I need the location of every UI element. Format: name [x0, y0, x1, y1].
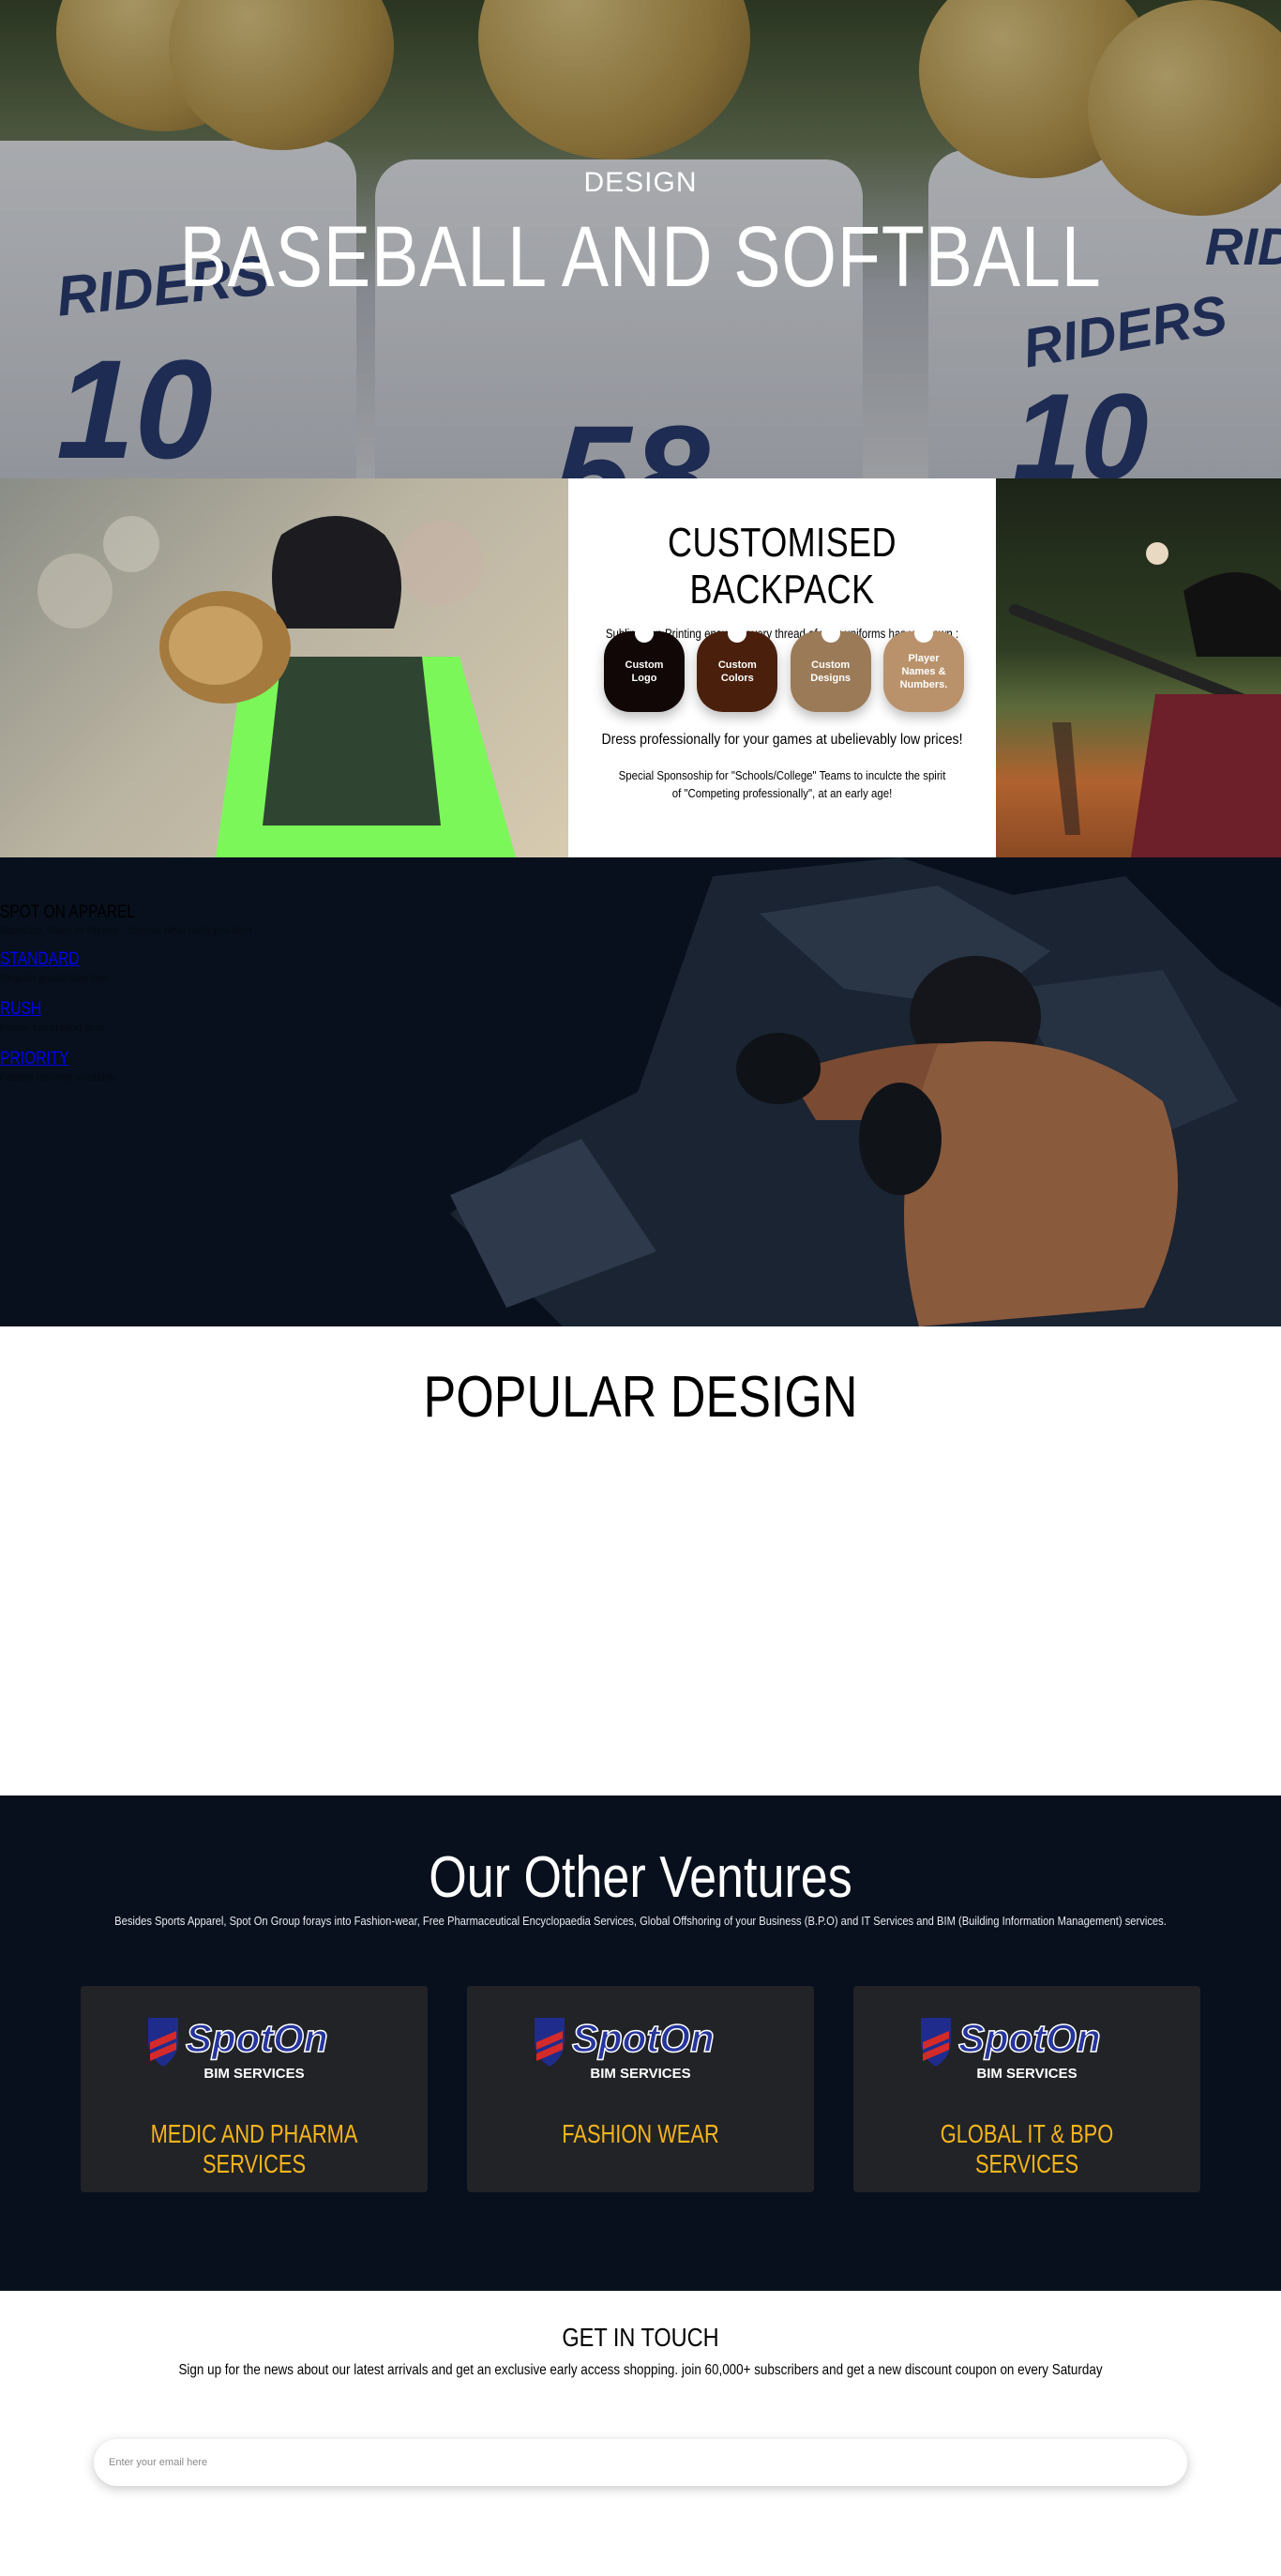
logo-text: SpotOn	[572, 2016, 715, 2060]
ventures-subtitle: Besides Sports Apparel, Spot On Group fo…	[114, 1914, 1167, 1928]
tag-custom-designs: Custom Designs	[790, 624, 871, 712]
email-field-wrapper	[94, 2439, 1187, 2486]
tag-player-names: Player Names & Numbers.	[882, 624, 964, 712]
venture-card-fashion[interactable]: SpotOn BIM SERVICES FASHION WEAR	[467, 1986, 814, 2192]
option-priority-link[interactable]: PRIORITY	[0, 1049, 246, 1069]
hero-eyebrow: DESIGN	[583, 167, 698, 198]
spoton-logo: SpotOn BIM SERVICES	[148, 2015, 328, 2082]
spoton-logo: SpotOn BIM SERVICES	[921, 2015, 1101, 2082]
backpack-title: CUSTOMISED BACKPACK	[667, 520, 897, 613]
backpack-section: CUSTOMISED BACKPACK Sublimation Printing…	[0, 478, 1281, 857]
feature-tags: Custom Logo Custom Colors Custom Designs…	[604, 624, 964, 716]
delivery-options-section: SPOT ON APPAREL Standard, Rush or Priori…	[0, 857, 1281, 1326]
tag-label: Custom Logo	[625, 659, 664, 684]
venture-card-medic[interactable]: SpotOn BIM SERVICES MEDIC AND PHARMA SER…	[81, 1986, 428, 2192]
tag-custom-logo: Custom Logo	[604, 624, 685, 712]
tag-label: Custom Designs	[810, 659, 851, 684]
logo-subtext: BIM SERVICES	[590, 2066, 690, 2082]
logo-subtext: BIM SERVICES	[203, 2066, 304, 2082]
newsletter-title: GET IN TOUCH	[562, 2323, 719, 2352]
option-description: Faster turnaround time	[0, 1022, 105, 1034]
brand-name: SPOT ON APPAREL	[0, 902, 136, 922]
newsletter-section: GET IN TOUCH Sign up for the news about …	[0, 2291, 1281, 2576]
brand-tagline: Standard, Rush or Priority - choose what…	[0, 925, 252, 936]
boxer-photo	[450, 857, 1281, 1326]
venture-card-it-bpo[interactable]: SpotOn BIM SERVICES GLOBAL IT & BPO SERV…	[853, 1986, 1200, 2192]
hero-banner: RIDERS 10 58 RIDERS 10 RIDE DESIGN BASEB…	[0, 0, 1281, 478]
venture-label: FASHION WEAR	[562, 2119, 719, 2148]
option-description: Fastest delivery available	[0, 1071, 116, 1083]
logo-text: SpotOn	[958, 2016, 1101, 2060]
catcher-photo	[0, 478, 568, 857]
tag-label: Player Names & Numbers.	[899, 652, 948, 691]
hero-title: BASEBALL AND SOFTBALL	[179, 209, 1102, 305]
backpack-card: CUSTOMISED BACKPACK Sublimation Printing…	[568, 478, 996, 857]
tag-label: Custom Colors	[717, 659, 757, 684]
spoton-logo: SpotOn BIM SERVICES	[535, 2015, 715, 2082]
option-rush-link[interactable]: RUSH	[0, 999, 246, 1020]
tag-custom-colors: Custom Colors	[697, 624, 778, 712]
venture-label: MEDIC AND PHARMA SERVICES	[150, 2119, 358, 2178]
option-description: Regular production time	[0, 973, 110, 984]
logo-text: SpotOn	[186, 2016, 328, 2060]
email-field[interactable]	[94, 2439, 1187, 2486]
delivery-options-list: SPOT ON APPAREL Standard, Rush or Priori…	[0, 902, 300, 1085]
popular-design-title: POPULAR DESIGN	[423, 1365, 858, 1430]
option-standard-link[interactable]: STANDARD	[0, 949, 246, 970]
ventures-section: Our Other Ventures Besides Sports Appare…	[0, 1796, 1281, 2291]
batter-photo	[996, 478, 1281, 857]
venture-label: GLOBAL IT & BPO SERVICES	[940, 2119, 1114, 2178]
logo-subtext: BIM SERVICES	[976, 2066, 1077, 2082]
popular-design-section: POPULAR DESIGN	[0, 1326, 1281, 1796]
backpack-sponsorship-line: Special Sponsoship for "Schools/College"…	[618, 768, 946, 800]
backpack-price-line: Dress professionally for your games at u…	[601, 732, 963, 748]
ventures-title: Our Other Ventures	[429, 1845, 852, 1910]
newsletter-subtitle: Sign up for the news about our latest ar…	[178, 2362, 1103, 2378]
